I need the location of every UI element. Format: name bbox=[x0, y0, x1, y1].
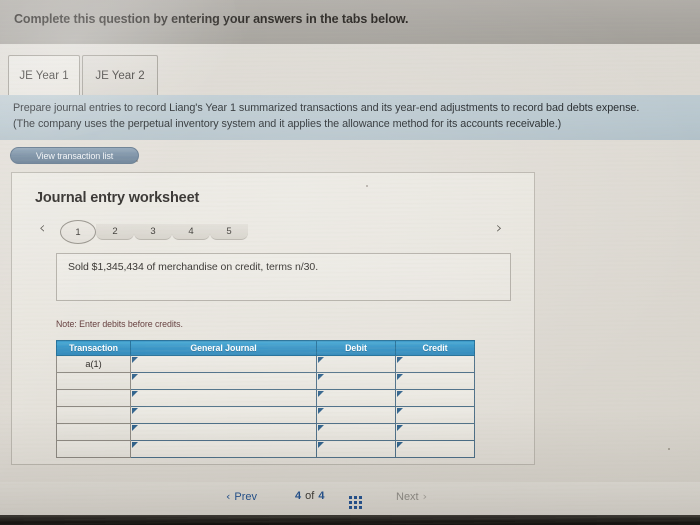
instruction-line-2: (The company uses the perpetual inventor… bbox=[13, 118, 562, 130]
tab-je-year-1-label: JE Year 1 bbox=[19, 69, 69, 82]
cell-transaction[interactable] bbox=[56, 389, 131, 407]
table-row: a(1) bbox=[56, 355, 475, 373]
cell-credit[interactable] bbox=[395, 406, 475, 424]
worksheet-page-5[interactable]: 5 bbox=[210, 224, 248, 240]
next-button[interactable]: Next › bbox=[396, 490, 427, 503]
worksheet-page-3-label: 3 bbox=[150, 226, 156, 237]
dust-speck bbox=[366, 185, 368, 187]
instruction-line-1: Prepare journal entries to record Liang'… bbox=[13, 102, 640, 114]
prev-button-label: Prev bbox=[234, 490, 258, 503]
page-title: Complete this question by entering your … bbox=[14, 12, 409, 26]
cell-debit[interactable] bbox=[316, 440, 396, 458]
tab-je-year-1[interactable]: JE Year 1 bbox=[8, 55, 80, 95]
cell-credit[interactable] bbox=[395, 372, 475, 390]
cell-transaction[interactable] bbox=[56, 406, 131, 424]
prev-button[interactable]: ‹ Prev bbox=[226, 490, 257, 503]
current-page-number: 4 bbox=[295, 490, 302, 502]
cell-credit[interactable] bbox=[395, 355, 475, 373]
worksheet-page-2[interactable]: 2 bbox=[96, 224, 134, 240]
cell-credit[interactable] bbox=[395, 389, 475, 407]
debits-before-credits-note: Note: Enter debits before credits. bbox=[56, 319, 183, 329]
tab-je-year-2-label: JE Year 2 bbox=[95, 69, 145, 82]
worksheet-pager: ‹ 1 2 3 4 5 › bbox=[12, 218, 536, 248]
cell-debit[interactable] bbox=[316, 406, 396, 424]
table-row bbox=[56, 372, 475, 390]
cell-general-journal[interactable] bbox=[130, 440, 317, 458]
chevron-left-icon: ‹ bbox=[226, 490, 231, 503]
of-label: of bbox=[305, 490, 315, 502]
cell-general-journal[interactable] bbox=[130, 406, 317, 424]
worksheet-page-1[interactable]: 1 bbox=[60, 220, 96, 244]
total-page-number: 4 bbox=[318, 490, 325, 502]
cell-transaction[interactable] bbox=[56, 440, 131, 458]
view-transaction-list-button[interactable]: View transaction list bbox=[10, 147, 139, 164]
page-counter: 4 of 4 bbox=[295, 490, 324, 502]
cell-general-journal[interactable] bbox=[130, 372, 317, 390]
worksheet-prev-arrow-icon[interactable]: ‹ bbox=[39, 220, 45, 236]
view-transaction-list-label: View transaction list bbox=[35, 150, 114, 161]
table-row bbox=[56, 406, 475, 424]
question-header-bar: Complete this question by entering your … bbox=[0, 0, 700, 44]
cell-transaction[interactable] bbox=[56, 423, 131, 441]
tab-strip: JE Year 1 JE Year 2 bbox=[0, 44, 700, 95]
cell-debit[interactable] bbox=[316, 389, 396, 407]
instruction-band: Prepare journal entries to record Liang'… bbox=[0, 95, 700, 140]
worksheet-page-4[interactable]: 4 bbox=[172, 224, 210, 240]
cell-credit[interactable] bbox=[395, 440, 475, 458]
dust-speck bbox=[136, 160, 138, 162]
screenshot-photo: Complete this question by entering your … bbox=[0, 0, 700, 525]
chevron-right-icon: › bbox=[422, 490, 428, 503]
worksheet-page-5-label: 5 bbox=[226, 226, 232, 237]
screen-bezel bbox=[0, 515, 700, 525]
cell-credit[interactable] bbox=[395, 423, 475, 441]
column-header-debit: Debit bbox=[316, 340, 396, 356]
transaction-description-box: Sold $1,345,434 of merchandise on credit… bbox=[56, 253, 511, 301]
cell-transaction[interactable]: a(1) bbox=[56, 355, 131, 373]
worksheet-title: Journal entry worksheet bbox=[35, 190, 200, 206]
journal-entry-table: Transaction General Journal Debit Credit… bbox=[56, 340, 475, 458]
cell-general-journal[interactable] bbox=[130, 423, 317, 441]
cell-debit[interactable] bbox=[316, 423, 396, 441]
cell-transaction[interactable] bbox=[56, 372, 131, 390]
cell-debit[interactable] bbox=[316, 355, 396, 373]
column-header-transaction: Transaction bbox=[56, 340, 131, 356]
worksheet-next-arrow-icon[interactable]: › bbox=[496, 220, 502, 236]
table-row bbox=[56, 440, 475, 458]
column-header-credit: Credit bbox=[395, 340, 475, 356]
tab-je-year-2[interactable]: JE Year 2 bbox=[82, 55, 158, 95]
cell-general-journal[interactable] bbox=[130, 355, 317, 373]
table-header-row: Transaction General Journal Debit Credit bbox=[56, 340, 475, 356]
table-row bbox=[56, 389, 475, 407]
worksheet-page-track: 1 2 3 4 5 bbox=[60, 220, 248, 244]
grid-view-icon[interactable] bbox=[349, 496, 362, 509]
table-row bbox=[56, 423, 475, 441]
cell-debit[interactable] bbox=[316, 372, 396, 390]
dust-speck bbox=[668, 448, 670, 450]
transaction-description-text: Sold $1,345,434 of merchandise on credit… bbox=[68, 261, 319, 273]
worksheet-page-1-label: 1 bbox=[75, 226, 81, 238]
next-button-label: Next bbox=[396, 490, 419, 503]
worksheet-page-2-label: 2 bbox=[112, 226, 118, 237]
cell-general-journal[interactable] bbox=[130, 389, 317, 407]
worksheet-page-3[interactable]: 3 bbox=[134, 224, 172, 240]
column-header-general-journal: General Journal bbox=[130, 340, 317, 356]
journal-entry-worksheet-panel: Journal entry worksheet ‹ 1 2 3 4 5 › So… bbox=[11, 172, 535, 465]
worksheet-page-4-label: 4 bbox=[188, 226, 194, 237]
